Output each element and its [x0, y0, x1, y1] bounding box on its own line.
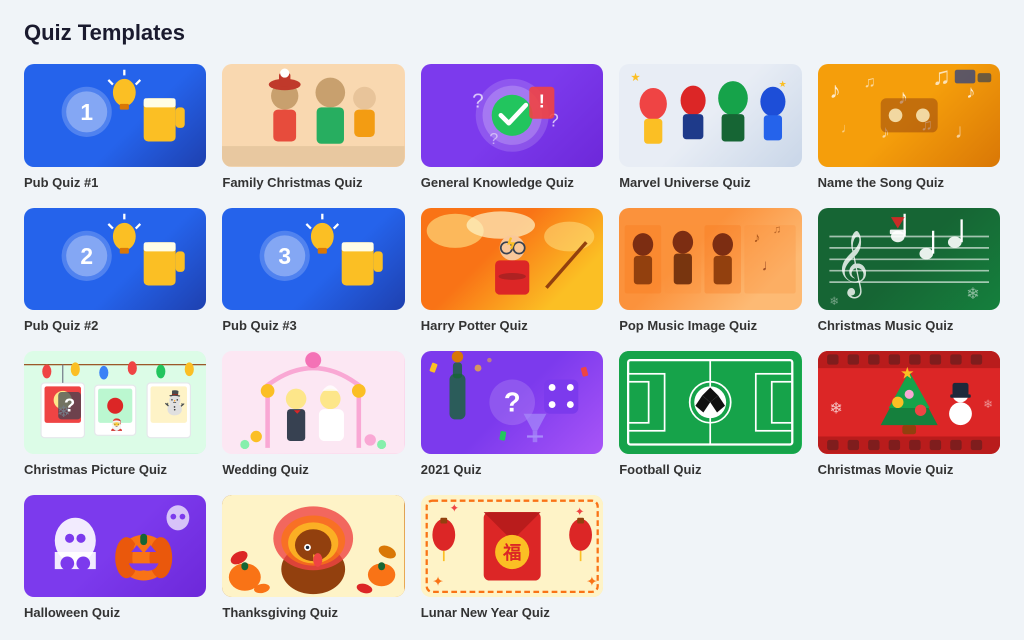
card-marvel[interactable]: ★ ★ Marvel Universe Quiz	[619, 64, 801, 190]
svg-text:♩: ♩	[762, 257, 778, 274]
card-label-football: Football Quiz	[619, 462, 801, 477]
svg-text:♫: ♫	[773, 224, 782, 236]
svg-text:?: ?	[489, 131, 498, 148]
card-thumb-pop: ♪ ♫ ♩	[619, 208, 801, 311]
card-pub1[interactable]: 1 Pub Quiz #1	[24, 64, 206, 190]
svg-text:♪: ♪	[754, 230, 761, 245]
card-thumb-xmas-music: 𝄞 ❄ ❄	[818, 208, 1000, 311]
card-label-song: Name the Song Quiz	[818, 175, 1000, 190]
card-xmas-movie[interactable]: ★ ❄ ❄ Christmas Movie Quiz	[818, 351, 1000, 477]
card-thumb-thanksgiving	[222, 495, 404, 598]
svg-text:❄: ❄	[829, 401, 842, 418]
svg-text:♫: ♫	[863, 74, 875, 91]
card-song[interactable]: ♪ ♫ ♪ ♫ ♪ ♩ ♪ ♫ ♩ Name the Song Quiz	[818, 64, 1000, 190]
card-general[interactable]: ? ? ? ! General Knowledge Quiz	[421, 64, 603, 190]
card-label-xmas-movie: Christmas Movie Quiz	[818, 462, 1000, 477]
card-thumb-song: ♪ ♫ ♪ ♫ ♪ ♩ ♪ ♫ ♩	[818, 64, 1000, 167]
card-xmas-family[interactable]: Family Christmas Quiz	[222, 64, 404, 190]
card-xmas-pic[interactable]: ❄ ? 🎅 ⛄ Christmas Picture Quiz	[24, 351, 206, 477]
card-thumb-pub3: 3	[222, 208, 404, 311]
svg-text:𝄞: 𝄞	[835, 230, 869, 299]
svg-text:🎅: 🎅	[109, 418, 123, 432]
svg-text:★: ★	[779, 79, 787, 89]
svg-text:⛄: ⛄	[161, 389, 189, 416]
card-label-pop: Pop Music Image Quiz	[619, 318, 801, 333]
card-label-marvel: Marvel Universe Quiz	[619, 175, 801, 190]
card-thumb-pub1: 1	[24, 64, 206, 167]
svg-text:✦: ✦	[449, 503, 459, 515]
card-label-halloween: Halloween Quiz	[24, 605, 206, 620]
card-xmas-music[interactable]: 𝄞 ❄ ❄ Christmas Music Quiz	[818, 208, 1000, 334]
card-2021[interactable]: ? 2021 Quiz	[421, 351, 603, 477]
card-thumb-football	[619, 351, 801, 454]
svg-text:!: !	[539, 90, 545, 111]
svg-text:✦: ✦	[575, 506, 585, 518]
svg-text:♪: ♪	[829, 77, 840, 103]
card-thumb-marvel: ★ ★	[619, 64, 801, 167]
card-label-lunar: Lunar New Year Quiz	[421, 605, 603, 620]
card-label-xmas-music: Christmas Music Quiz	[818, 318, 1000, 333]
svg-text:1: 1	[80, 99, 93, 125]
svg-text:✦: ✦	[432, 574, 444, 589]
card-wedding[interactable]: Wedding Quiz	[222, 351, 404, 477]
card-label-harry: Harry Potter Quiz	[421, 318, 603, 333]
svg-text:♪: ♪	[966, 81, 975, 102]
card-label-2021: 2021 Quiz	[421, 462, 603, 477]
svg-text:❄: ❄	[966, 286, 979, 303]
svg-text:✦: ✦	[586, 574, 598, 589]
quiz-grid: 1 Pub Quiz #1 Family Christmas Quiz ? ? …	[24, 64, 1000, 620]
svg-text:福: 福	[502, 542, 521, 563]
card-harry[interactable]: Harry Potter Quiz	[421, 208, 603, 334]
card-thanksgiving[interactable]: Thanksgiving Quiz	[222, 495, 404, 621]
page-title: Quiz Templates	[24, 20, 1000, 46]
card-football[interactable]: Football Quiz	[619, 351, 801, 477]
card-thumb-xmas-movie: ★ ❄ ❄	[818, 351, 1000, 454]
card-label-xmas-pic: Christmas Picture Quiz	[24, 462, 206, 477]
card-label-wedding: Wedding Quiz	[222, 462, 404, 477]
card-thumb-harry	[421, 208, 603, 311]
card-thumb-halloween	[24, 495, 206, 598]
svg-text:❄: ❄	[983, 399, 993, 411]
card-label-general: General Knowledge Quiz	[421, 175, 603, 190]
card-thumb-general: ? ? ? !	[421, 64, 603, 167]
svg-text:★: ★	[631, 72, 641, 84]
card-thumb-xmas-family	[222, 64, 404, 167]
svg-text:?: ?	[64, 395, 75, 416]
svg-text:?: ?	[504, 387, 521, 418]
card-thumb-pub2: 2	[24, 208, 206, 311]
card-label-pub1: Pub Quiz #1	[24, 175, 206, 190]
card-label-pub3: Pub Quiz #3	[222, 318, 404, 333]
card-halloween[interactable]: Halloween Quiz	[24, 495, 206, 621]
card-thumb-2021: ?	[421, 351, 603, 454]
svg-text:★: ★	[900, 366, 914, 383]
svg-text:2: 2	[80, 242, 93, 268]
card-thumb-xmas-pic: ❄ ? 🎅 ⛄	[24, 351, 206, 454]
card-label-xmas-family: Family Christmas Quiz	[222, 175, 404, 190]
card-thumb-wedding	[222, 351, 404, 454]
card-pub3[interactable]: 3 Pub Quiz #3	[222, 208, 404, 334]
card-pub2[interactable]: 2 Pub Quiz #2	[24, 208, 206, 334]
svg-text:?: ?	[472, 89, 483, 112]
svg-text:3: 3	[279, 242, 292, 268]
card-pop[interactable]: ♪ ♫ ♩ Pop Music Image Quiz	[619, 208, 801, 334]
svg-text:❄: ❄	[829, 295, 839, 307]
card-label-pub2: Pub Quiz #2	[24, 318, 206, 333]
card-thumb-lunar: 福 ✦ ✦ ✦ ✦	[421, 495, 603, 598]
card-label-thanksgiving: Thanksgiving Quiz	[222, 605, 404, 620]
svg-text:♫: ♫	[932, 64, 951, 91]
card-lunar[interactable]: 福 ✦ ✦ ✦ ✦ Lunar New Year Quiz	[421, 495, 603, 621]
svg-text:♩: ♩	[840, 120, 854, 135]
svg-text:♩: ♩	[954, 120, 975, 143]
